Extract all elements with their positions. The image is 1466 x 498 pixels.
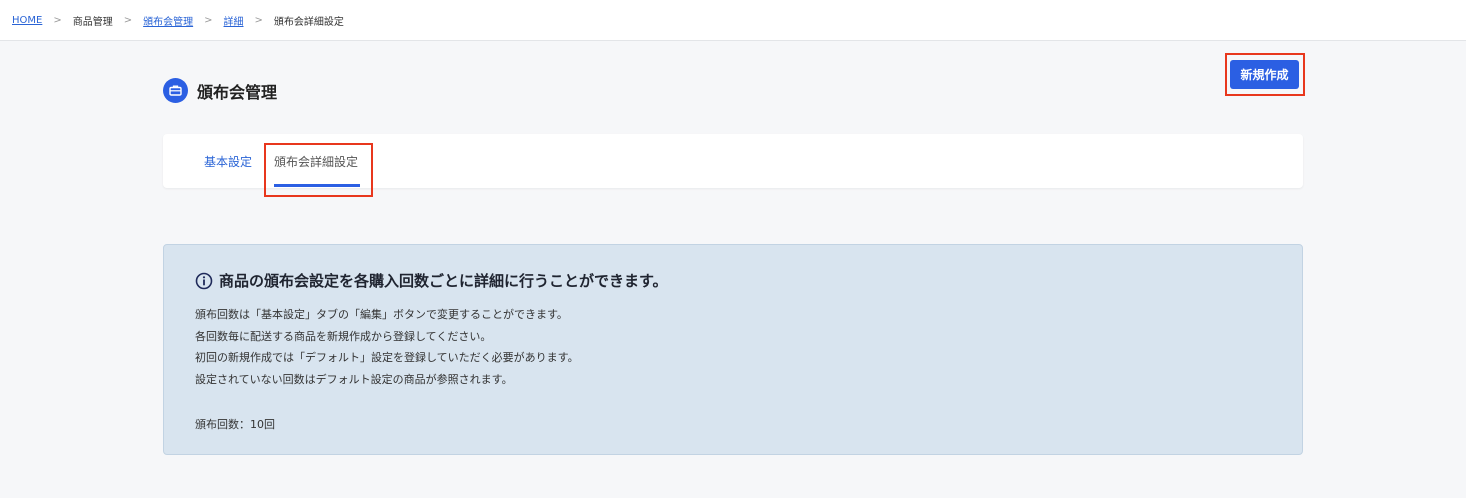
breadcrumb-current: 頒布会詳細設定: [273, 16, 344, 28]
breadcrumb-subscription-link[interactable]: 頒布会管理: [143, 13, 193, 28]
active-tab-indicator: [274, 184, 360, 187]
briefcase-icon: [163, 78, 188, 103]
breadcrumb-detail-link[interactable]: 詳細: [224, 13, 244, 28]
info-line: 各回数毎に配送する商品を新規作成から登録してください。: [195, 329, 492, 343]
distribution-count: 頒布回数：10回: [195, 418, 275, 431]
breadcrumb-separator: >: [204, 14, 213, 26]
tab-subscription-detail-settings[interactable]: 頒布会詳細設定: [274, 134, 358, 188]
new-button[interactable]: 新規作成: [1230, 60, 1299, 89]
info-line: 設定されていない回数はデフォルト設定の商品が参照されます。: [195, 372, 513, 386]
info-line: 頒布回数は「基本設定」タブの「編集」ボタンで変更することができます。: [195, 308, 568, 321]
page-header: 頒布会管理: [163, 78, 277, 103]
tab-basic-settings[interactable]: 基本設定: [204, 134, 252, 188]
info-description: 頒布回数は「基本設定」タブの「編集」ボタンで変更することができます。 各回数毎に…: [195, 304, 579, 390]
info-circle-icon: [195, 272, 213, 290]
breadcrumb-separator: >: [53, 14, 62, 26]
info-heading-text: 商品の頒布会設定を各購入回数ごとに詳細に行うことができます。: [219, 272, 668, 290]
breadcrumb-separator: >: [254, 14, 263, 26]
breadcrumb-separator: >: [123, 14, 133, 26]
info-card: 商品の頒布会設定を各購入回数ごとに詳細に行うことができます。 頒布回数は「基本設…: [163, 244, 1303, 455]
breadcrumb: HOME > 商品管理 > 頒布会管理 > 詳細 > 頒布会詳細設定: [0, 0, 1466, 41]
breadcrumb-product-management: 商品管理: [72, 16, 113, 28]
breadcrumb-home-link[interactable]: HOME: [12, 15, 42, 26]
info-heading: 商品の頒布会設定を各購入回数ごとに詳細に行うことができます。: [195, 270, 668, 291]
page-title: 頒布会管理: [197, 82, 278, 102]
tabs-card: 基本設定 頒布会詳細設定: [163, 134, 1303, 188]
info-line: 初回の新規作成では「デフォルト」設定を登録していただく必要があります。: [195, 351, 579, 364]
